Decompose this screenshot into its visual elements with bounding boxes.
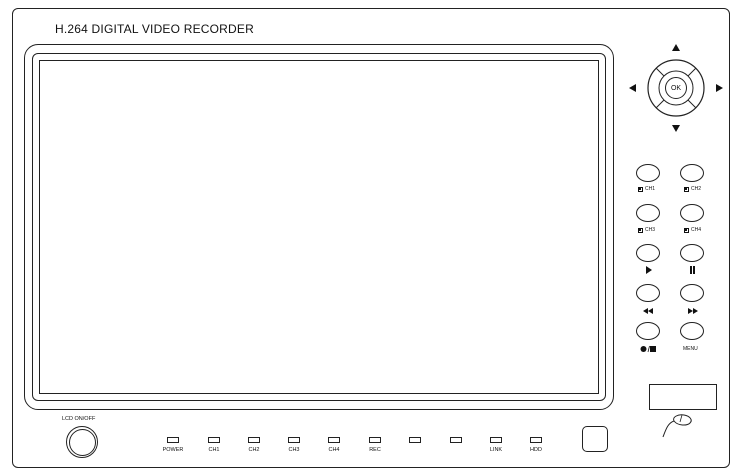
ch3-label-group: CH3 — [638, 227, 655, 233]
arrow-up-icon[interactable] — [672, 44, 680, 51]
ch1-led — [208, 437, 220, 443]
record-stop-icon — [640, 345, 656, 353]
ch3-led-label: CH3 — [288, 447, 300, 453]
device-title: H.264 DIGITAL VIDEO RECORDER — [55, 22, 254, 36]
led-8 — [450, 437, 462, 443]
ch1-led-label: CH1 — [208, 447, 220, 453]
hdd-led — [530, 437, 542, 443]
ok-button[interactable]: OK — [665, 77, 687, 99]
menu-button[interactable] — [680, 322, 704, 340]
ch4-label-group: CH4 — [684, 227, 701, 233]
arrow-down-icon[interactable] — [672, 125, 680, 132]
pause-button[interactable] — [680, 244, 704, 262]
ch1-label-group: CH1 — [638, 186, 655, 192]
rec-led-label: REC — [369, 447, 381, 453]
record-stop-button[interactable] — [636, 322, 660, 340]
ch2-led-label: CH2 — [248, 447, 260, 453]
ch3-button[interactable] — [636, 204, 660, 222]
ok-label: OK — [670, 84, 682, 92]
play-button[interactable] — [636, 244, 660, 262]
fast-forward-icon — [688, 308, 698, 314]
hdd-led-label: HDD — [530, 447, 542, 453]
lcd-power-button[interactable] — [66, 426, 98, 458]
ch2-button[interactable] — [680, 164, 704, 182]
arrow-left-icon[interactable] — [629, 84, 636, 92]
lcd-power-label: LCD ON/OFF — [62, 416, 96, 422]
ch1-label: CH1 — [645, 186, 656, 192]
ch4-led-label: CH4 — [328, 447, 340, 453]
quad-view-icon — [684, 186, 689, 192]
ch2-led — [248, 437, 260, 443]
usb-port — [649, 384, 717, 410]
power-led-label: POWER — [162, 447, 184, 453]
lcd-screen — [39, 60, 599, 394]
rec-led — [369, 437, 381, 443]
ch3-led — [288, 437, 300, 443]
power-led — [167, 437, 179, 443]
rewind-icon — [643, 308, 653, 314]
pause-icon — [690, 266, 695, 274]
play-icon — [646, 266, 652, 274]
quad-view-icon — [638, 186, 643, 192]
ch4-button[interactable] — [680, 204, 704, 222]
ch4-led — [328, 437, 340, 443]
quad-view-icon — [638, 227, 643, 233]
ch4-label: CH4 — [691, 227, 702, 233]
ch2-label: CH2 — [691, 186, 702, 192]
menu-label: MENU — [683, 346, 698, 352]
ir-receiver-window — [582, 426, 608, 452]
fast-forward-button[interactable] — [680, 284, 704, 302]
mouse-icon — [662, 414, 692, 438]
led-7 — [409, 437, 421, 443]
ch2-label-group: CH2 — [684, 186, 701, 192]
quad-view-icon — [684, 227, 689, 233]
link-led-label: LINK — [489, 447, 503, 453]
rewind-button[interactable] — [636, 284, 660, 302]
arrow-right-icon[interactable] — [716, 84, 723, 92]
ch3-label: CH3 — [645, 227, 656, 233]
link-led — [490, 437, 502, 443]
ch1-button[interactable] — [636, 164, 660, 182]
